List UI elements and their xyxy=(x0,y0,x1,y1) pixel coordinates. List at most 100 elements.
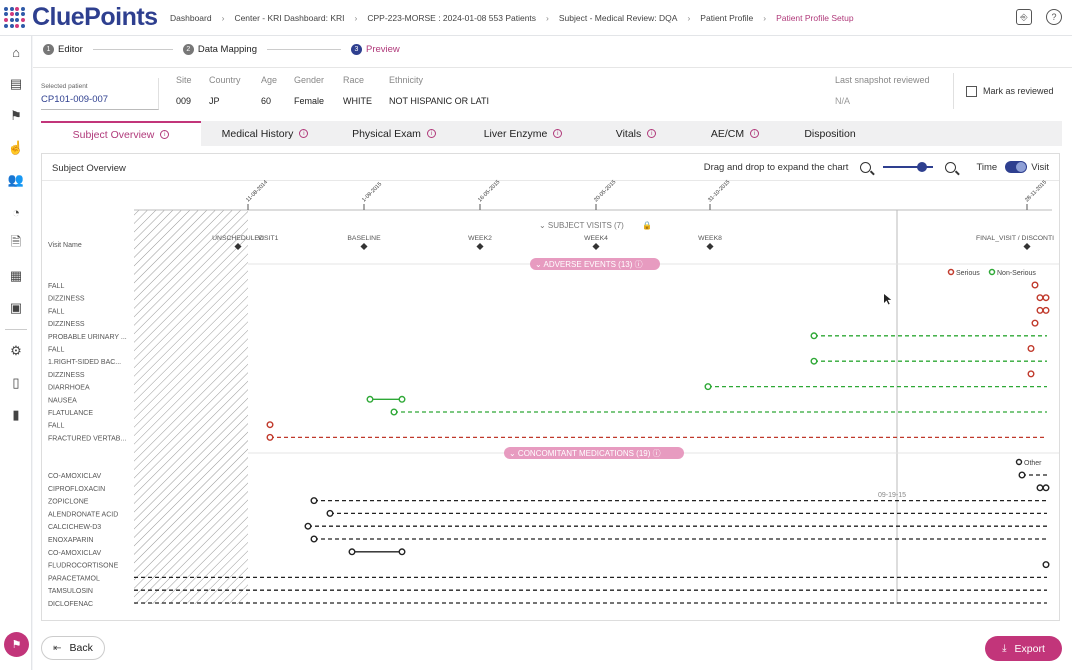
step-editor[interactable]: 1 Editor xyxy=(43,44,83,55)
checkbox-icon[interactable] xyxy=(966,85,977,97)
step-data-mapping[interactable]: 2 Data Mapping xyxy=(182,44,257,55)
race-field: Race WHITE xyxy=(343,75,372,106)
step-label: Editor xyxy=(58,44,83,55)
info-icon[interactable]: i xyxy=(750,129,760,138)
cluepoints-logo[interactable]: CluePoints xyxy=(4,3,164,32)
main-content: 1 Editor 2 Data Mapping 3 Preview Selected … xyxy=(33,36,1072,670)
step-number: 2 xyxy=(182,44,194,55)
ae-event-marker xyxy=(1027,370,1035,378)
cm-event-marker xyxy=(1042,484,1050,492)
tab-label: Physical Exam xyxy=(352,127,421,140)
download-icon: ⤓ xyxy=(1002,643,1007,654)
visit-name-header: Visit Name xyxy=(48,242,82,249)
help-icon[interactable]: ? xyxy=(1046,9,1062,25)
step-number: 3 xyxy=(350,44,362,55)
tab-liver-enzyme[interactable]: Liver Enzyme i xyxy=(459,121,587,146)
flag-icon[interactable]: ⚑ xyxy=(0,100,32,132)
top-bar: CluePoints Dashboard › Center - KRI Dashb… xyxy=(0,0,1072,36)
chevron-right-icon: › xyxy=(221,12,225,23)
cm-event-marker xyxy=(398,548,406,556)
ae-event-marker xyxy=(1036,306,1044,314)
ae-event-marker xyxy=(266,433,274,441)
gear-icon[interactable]: ⚙ xyxy=(0,335,32,367)
calendar-icon[interactable]: ▦ xyxy=(0,260,32,292)
visit-label: VISIT1 xyxy=(258,235,279,242)
breadcrumb-patient-profile[interactable]: Patient Profile xyxy=(700,13,753,23)
back-arrow-icon: ⇤ xyxy=(53,642,62,654)
tab-medical-history[interactable]: Medical History i xyxy=(201,121,329,146)
last-snapshot-field: Last snapshot reviewed N/A xyxy=(835,75,930,106)
serious-legend-label: Serious xyxy=(956,270,980,277)
patient-selector[interactable]: Selected patient CP101-009-007 xyxy=(41,78,159,110)
visit-diamond-marker xyxy=(592,242,600,251)
cm-row-label: ZOPICLONE xyxy=(48,499,89,506)
breadcrumb-study[interactable]: CPP-223-MORSE : 2024-01-08 553 Patients xyxy=(367,13,536,23)
visit-label: BASELINE xyxy=(347,235,381,242)
table-icon[interactable]: ▣ xyxy=(0,292,32,324)
mouse-cursor-icon xyxy=(884,294,892,305)
back-button[interactable]: ⇤ Back xyxy=(41,636,105,660)
tab-label: Disposition xyxy=(804,127,856,140)
ae-event-marker xyxy=(366,395,374,403)
tab-label: Vitals xyxy=(615,127,642,140)
step-connector xyxy=(266,49,341,50)
visit-label: WEEK2 xyxy=(468,235,492,242)
info-icon[interactable]: i xyxy=(160,130,170,139)
breadcrumb-medical-review[interactable]: Subject - Medical Review: DQA xyxy=(559,13,678,23)
tab-vitals[interactable]: Vitals i xyxy=(587,121,685,146)
ae-event-marker xyxy=(810,357,818,365)
subject-overview-panel: Subject Overview Drag and drop to expand… xyxy=(41,153,1060,621)
ae-row-label: DIZZINESS xyxy=(48,296,85,303)
visits-section-header: ⌄ SUBJECT VISITS (7) xyxy=(539,221,624,230)
cm-row-label: DICLOFENAC xyxy=(48,601,93,608)
unscheduled-hatch-area xyxy=(134,210,248,604)
date-tick-label: 16-05-2015 xyxy=(477,179,501,203)
profile-tabs: Subject Overview i Medical History i Physi… xyxy=(41,121,1062,146)
gauge-icon[interactable]: ◔ xyxy=(0,196,32,228)
step-preview[interactable]: 3 Preview xyxy=(350,44,400,55)
ae-row-label: FALL xyxy=(48,308,64,315)
tab-subject-overview[interactable]: Subject Overview i xyxy=(41,121,201,146)
chevron-right-icon: › xyxy=(354,12,358,23)
patients-icon[interactable]: 👥 xyxy=(0,164,32,196)
tab-ae-cm[interactable]: AE/CM i xyxy=(685,121,785,146)
info-icon[interactable]: i xyxy=(299,129,309,138)
site-field: Site 009 xyxy=(176,75,192,106)
export-button[interactable]: ⤓ Export xyxy=(985,636,1062,661)
export-label: Export xyxy=(1014,642,1045,655)
document-icon[interactable]: ▮ xyxy=(0,399,32,431)
selected-patient-label: Selected patient xyxy=(41,83,88,90)
info-icon[interactable]: i xyxy=(426,129,436,138)
field-value: WHITE xyxy=(343,96,372,106)
hand-pointer-icon[interactable]: ☝ xyxy=(0,132,32,164)
ae-event-marker xyxy=(1036,294,1044,302)
cm-event-marker xyxy=(304,522,312,530)
country-field: Country JP xyxy=(209,75,241,106)
ae-row-label: FALL xyxy=(48,423,64,430)
chevron-right-icon: › xyxy=(687,12,691,23)
info-icon[interactable]: i xyxy=(553,129,563,138)
breadcrumb-center-kri[interactable]: Center - KRI Dashboard: KRI xyxy=(234,13,344,23)
patient-timeline-chart: 11-08-2014 1-09-2015 16-05-2015 20-05-2015 3… xyxy=(48,179,1059,608)
chat-translate-icon[interactable]: ⎆ xyxy=(1016,9,1032,25)
home-icon[interactable]: ⌂ xyxy=(0,36,32,68)
cm-event-marker xyxy=(1042,561,1050,569)
cm-row-label: CO-AMOXICLAV xyxy=(48,473,101,480)
other-legend-label: Other xyxy=(1024,460,1042,467)
mark-as-reviewed-checkbox[interactable]: Mark as reviewed xyxy=(953,73,1054,109)
step-number: 1 xyxy=(43,44,54,55)
book-icon[interactable]: ▯ xyxy=(0,367,32,399)
field-value: JP xyxy=(209,96,220,106)
dashboard-icon[interactable]: ▤ xyxy=(0,68,32,100)
tab-physical-exam[interactable]: Physical Exam i xyxy=(329,121,459,146)
field-header: Last snapshot reviewed xyxy=(835,75,930,85)
breadcrumb-dashboard[interactable]: Dashboard xyxy=(170,13,212,23)
info-icon[interactable]: i xyxy=(647,129,657,138)
tab-disposition[interactable]: Disposition xyxy=(785,121,875,146)
ae-event-marker xyxy=(1042,306,1050,314)
visit-diamond-marker xyxy=(1023,242,1031,251)
ethnicity-field: Ethnicity NOT HISPANIC OR LATI xyxy=(389,75,489,106)
report-icon[interactable]: 🗎 xyxy=(0,228,32,260)
feedback-flag-button[interactable]: ⚑ xyxy=(4,632,29,657)
age-field: Age 60 xyxy=(261,75,277,106)
